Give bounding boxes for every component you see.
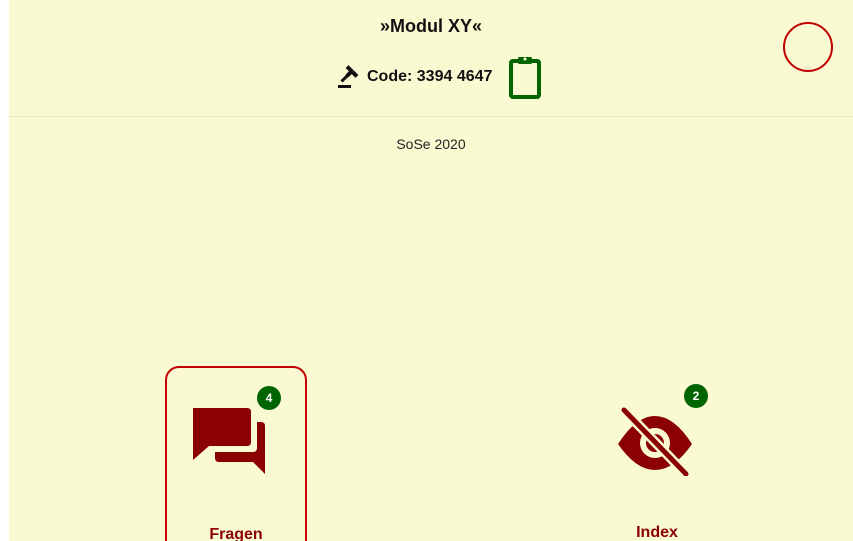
tile-fragen-label: Fragen (209, 526, 263, 541)
chat-bubbles-icon (189, 404, 267, 482)
access-code: Code: 3394 4647 (367, 68, 493, 85)
clipboard-icon (509, 57, 542, 99)
code-row: Code: 3394 4647 (337, 54, 542, 100)
tile-index-label: Index (636, 524, 678, 541)
fragen-count-badge: 4 (257, 386, 281, 410)
semester-label: SoSe 2020 (396, 136, 466, 152)
avatar-button[interactable] (783, 22, 833, 72)
eye-slash-icon (616, 405, 694, 484)
header: »Modul XY« Code: 3394 4647 (9, 0, 853, 117)
gavel-icon (337, 65, 361, 89)
tile-index[interactable]: 2 Index (586, 366, 728, 541)
page-title: »Modul XY« (379, 16, 482, 36)
index-count-badge: 2 (684, 384, 708, 408)
copy-code-button[interactable] (508, 55, 542, 99)
app-screen: »Modul XY« Code: 3394 4647 SoSe 2020 4 F… (9, 0, 853, 541)
tile-fragen[interactable]: 4 Fragen (165, 366, 307, 541)
